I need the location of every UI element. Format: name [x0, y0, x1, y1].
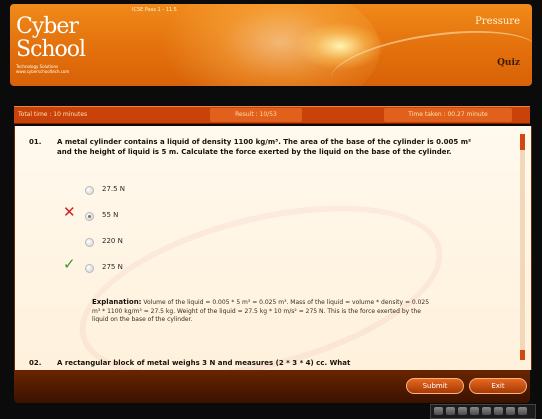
option-label: 275 N: [102, 263, 123, 271]
level-label: ICSE Pass 1 - 11.5: [132, 7, 177, 13]
toolbar-button[interactable]: [518, 407, 527, 415]
logo: Cyber School Technology Solutions www.cy…: [14, 10, 124, 74]
scrollbar[interactable]: [520, 134, 525, 360]
total-time: Total time : 10 minutes: [18, 111, 88, 118]
logo-url: www.cyberschooltech.com: [16, 69, 70, 74]
submit-button[interactable]: Submit: [406, 378, 464, 394]
logo-text-line2: School: [16, 37, 86, 62]
time-taken: Time taken : 00.27 minute: [384, 108, 512, 122]
app-window: Cyber School Technology Solutions www.cy…: [0, 0, 542, 419]
explanation: Explanation: Volume of the liquid = 0.00…: [92, 298, 432, 325]
question-text: A metal cylinder contains a liquid of de…: [57, 138, 472, 156]
option-label: 220 N: [102, 237, 123, 245]
option-radio[interactable]: [85, 186, 94, 195]
toolbar-button[interactable]: [446, 407, 455, 415]
topic-title: Pressure: [475, 16, 520, 27]
option-label: 27.5 N: [102, 185, 126, 193]
explanation-text: Volume of the liquid = 0.005 * 5 m³ = 0.…: [92, 299, 430, 323]
toolbar-button[interactable]: [470, 407, 479, 415]
option-radio[interactable]: [85, 238, 94, 247]
explanation-heading: Explanation:: [92, 298, 142, 306]
result-badge: Result : 10/53: [210, 108, 302, 122]
status-bar: Total time : 10 minutes Result : 10/53 T…: [14, 106, 530, 124]
toolbar-button[interactable]: [458, 407, 467, 415]
question-text-2: A rectangular block of metal weighs 3 N …: [57, 359, 351, 367]
header-banner: Cyber School Technology Solutions www.cy…: [10, 4, 532, 86]
media-toolbar: [430, 404, 536, 419]
option-radio[interactable]: [85, 264, 94, 273]
footer-bar: Submit Exit: [14, 370, 530, 403]
option-label: 55 N: [102, 211, 119, 219]
mode-label: Quiz: [497, 58, 520, 68]
check-icon: ✓: [63, 255, 76, 273]
close-icon: ✕: [63, 203, 76, 221]
scroll-down-icon[interactable]: [520, 350, 525, 360]
toolbar-button[interactable]: [482, 407, 491, 415]
exit-button[interactable]: Exit: [469, 378, 527, 394]
toolbar-button[interactable]: [494, 407, 503, 415]
option-radio-selected[interactable]: [85, 212, 94, 221]
background-decoration: [62, 173, 460, 370]
question-number: 01.: [29, 138, 42, 146]
question-number-2: 02.: [29, 359, 42, 367]
toolbar-button[interactable]: [506, 407, 515, 415]
toolbar-button[interactable]: [434, 407, 443, 415]
logo-text-line1: Cyber: [16, 14, 79, 39]
quiz-panel: 01. A metal cylinder contains a liquid o…: [14, 126, 532, 370]
scroll-up-icon[interactable]: [520, 134, 525, 150]
